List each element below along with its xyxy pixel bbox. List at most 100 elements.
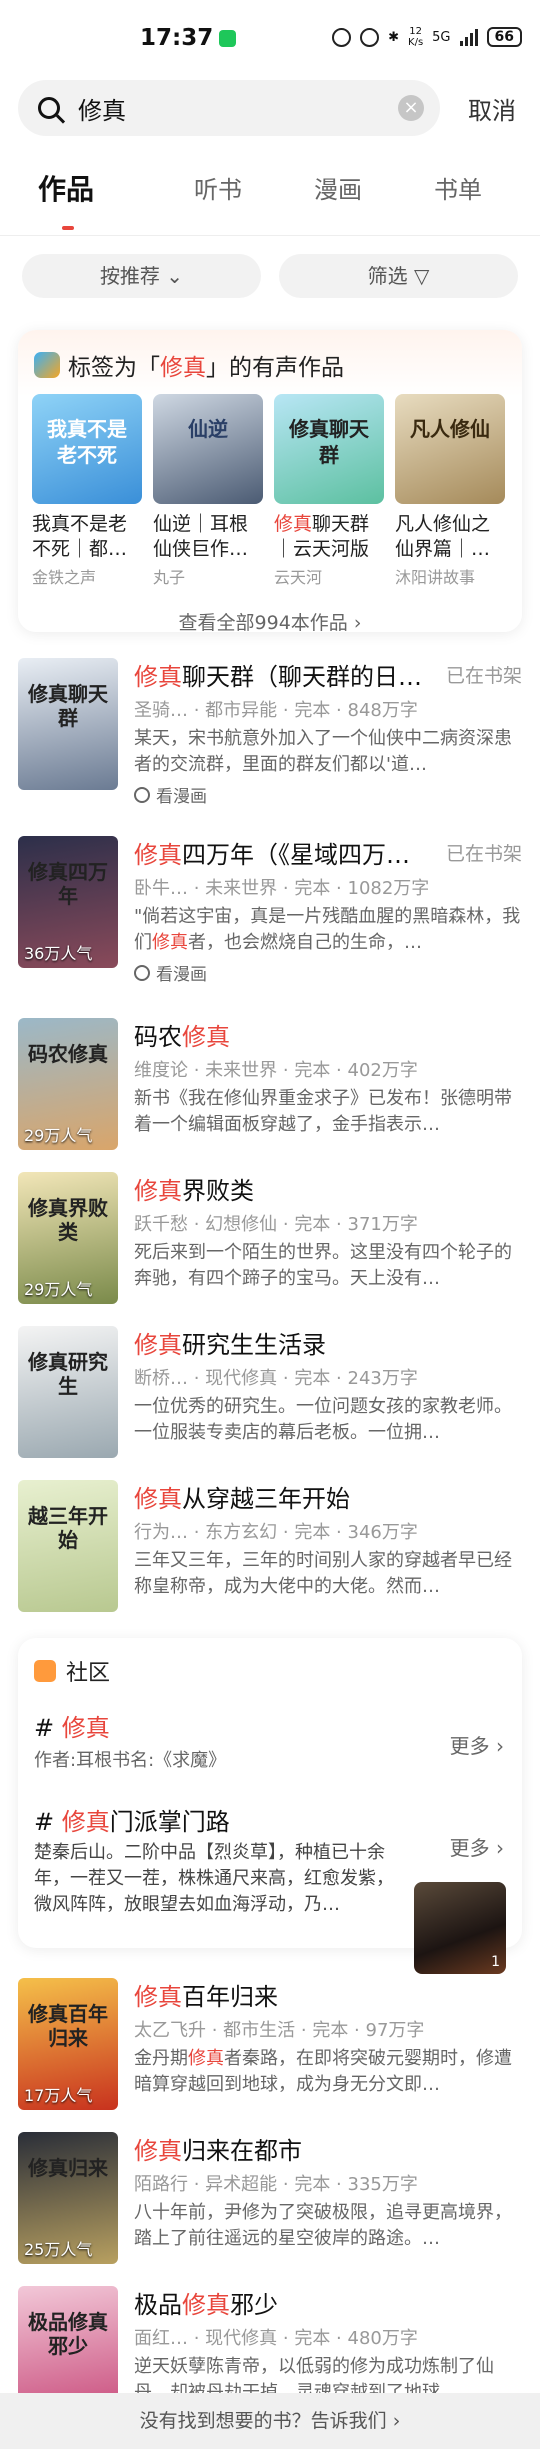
book-item[interactable]: 越三年开始 修真从穿越三年开始 行为… · 东方玄幻 · 完本 · 346万字 三年又… [0, 1480, 540, 1612]
search-icon [38, 97, 60, 119]
book-info: 修真界败类 跃千愁 · 幻想修仙 · 完本 · 371万字 死后来到一个陌生的世界。… [134, 1172, 522, 1304]
popularity-badge: 29万人气 [24, 1126, 93, 1145]
search-row: × 取消 [0, 76, 540, 140]
cancel-button[interactable]: 取消 [468, 91, 516, 126]
title-keyword: 修真 [182, 1022, 230, 1051]
audio-item[interactable]: 凡人修仙 凡人修仙之仙界篇｜… 沐阳讲故事 [395, 394, 505, 588]
audio-narrator: 沐阳讲故事 [395, 568, 476, 587]
book-meta: 圣骑… · 都市异能 · 完本 · 848万字 [134, 700, 418, 721]
audio-narrator: 金铁之声 [32, 568, 97, 587]
search-input[interactable] [78, 94, 398, 122]
title-keyword: 修真 [182, 2290, 230, 2319]
book-info: 修真归来在都市 陌路行 · 异术超能 · 完本 · 335万字 八十年前，尹修为了突… [134, 2132, 522, 2264]
book-cover-title: 修真研究生 [28, 1350, 108, 1398]
title-rest: 邪少 [230, 2290, 278, 2319]
search-results-page: 17:37 ✱ 12 K/s 5G 66 × 取消 作品 听书 漫画 书单 按推… [0, 0, 540, 2449]
topic-item[interactable]: # 修真门派掌门路 更多 › 楚秦后山。二阶中品【烈炎草】，种植已十余年，一茬又… [18, 1802, 522, 1974]
book-item[interactable]: 码农修真 29万人气 码农修真 维度论 · 未来世界 · 完本 · 402万字 新书《我… [0, 1018, 540, 1150]
book-info: 修真从穿越三年开始 行为… · 东方玄幻 · 完本 · 346万字 三年又三年，三年… [134, 1480, 522, 1612]
book-cover-title: 修真百年归来 [28, 2002, 108, 2050]
book-title-row: 修真四万年（《星域四万… 已在书架 [134, 836, 522, 869]
tab-booklists[interactable]: 书单 [398, 162, 518, 236]
tab-comics[interactable]: 漫画 [278, 162, 398, 236]
battery-icon: 66 [486, 27, 522, 47]
filter-button[interactable]: 筛选 ▽ [279, 254, 518, 298]
book-description: "倘若这宇宙，真是一片残酷血腥的黑暗森林，我们修真者，也会燃烧自己的生命，… [134, 904, 522, 956]
book-cover[interactable]: 修真百年归来 17万人气 [18, 1978, 118, 2110]
book-item[interactable]: 修真归来 25万人气 修真归来在都市 陌路行 · 异术超能 · 完本 · 335万字八… [0, 2132, 540, 2264]
book-cover[interactable]: 修真研究生 [18, 1326, 118, 1458]
search-box[interactable]: × [18, 80, 440, 136]
audio-item[interactable]: 我真不是老不死 我真不是老不死｜都… 金铁之声 [32, 394, 142, 588]
topic-title: # 修真门派掌门路 [34, 1802, 506, 1836]
topic-keyword: 修真 [61, 1714, 110, 1742]
book-item[interactable]: 修真研究生 修真研究生生活录 断桥… · 现代修真 · 完本 · 243万字 一位优秀… [0, 1326, 540, 1458]
view-all-audio-link[interactable]: 查看全部994本作品 › [18, 608, 522, 635]
book-description: 八十年前，尹修为了突破极限，追寻更高境界，踏上了前往遥远的星空彼岸的路途。… [134, 2202, 512, 2249]
audio-cover[interactable]: 我真不是老不死 [32, 394, 142, 504]
book-item[interactable]: 修真百年归来 17万人气 修真百年归来 太乙飞升 · 都市生活 · 完本 · 97万字… [0, 1978, 540, 2110]
audio-title-suffix: 」的有声作品 [206, 355, 344, 381]
book-item[interactable]: 修真界败类 29万人气 修真界败类 跃千愁 · 幻想修仙 · 完本 · 371万字 死后… [0, 1172, 540, 1304]
title-keyword: 修真 [134, 1176, 182, 1205]
audio-item[interactable]: 仙逆 仙逆｜耳根仙侠巨作… 丸子 [153, 394, 263, 588]
audio-title-keyword: 修真 [160, 355, 206, 381]
sort-button[interactable]: 按推荐 ⌄ [22, 254, 261, 298]
topic-title-rest: 门派掌门路 [109, 1808, 230, 1836]
audio-cover[interactable]: 仙逆 [153, 394, 263, 504]
book-title-row: 修真界败类 [134, 1172, 522, 1205]
book-cover-title: 越三年开始 [28, 1504, 108, 1552]
book-description: 一位优秀的研究生。一位问题女孩的家教老师。一位服装专卖店的幕后老板。一位拥… [134, 1396, 512, 1443]
signal-icon [459, 28, 478, 46]
book-cover[interactable]: 修真归来 25万人气 [18, 2132, 118, 2264]
book-description: 某天，宋书航意外加入了一个仙侠中二病资深患者的交流群，里面的群友们都以'道… [134, 728, 512, 775]
book-cover[interactable]: 修真聊天群 [18, 658, 118, 790]
book-cover[interactable]: 修真界败类 29万人气 [18, 1172, 118, 1304]
audio-cover-title: 凡人修仙 [410, 417, 490, 441]
view-comic-link[interactable]: 看漫画 [134, 960, 522, 985]
desc-text: 金丹期 [134, 2048, 188, 2069]
desc-text: 者，也会燃烧自己的生命，… [188, 932, 422, 953]
audio-tag-icon [34, 352, 60, 378]
topic-author: 作者:耳根书名:《求魔》 [34, 1750, 227, 1771]
hashtag: # [34, 1808, 55, 1836]
book-list-middle: 码农修真 29万人气 码农修真 维度论 · 未来世界 · 完本 · 402万字 新书《我… [0, 1018, 540, 1612]
book-title-row: 修真归来在都市 [134, 2132, 522, 2165]
book-meta: 卧牛… · 未来世界 · 完本 · 1082万字 [134, 878, 430, 899]
book-list-top: 修真聊天群 修真聊天群（聊天群的日… 已在书架 圣骑… · 都市异能 · 完本 · 8… [0, 658, 540, 985]
title-rest: 从穿越三年开始 [182, 1484, 350, 1513]
book-cover-title: 修真聊天群 [28, 682, 108, 730]
feedback-bar[interactable]: 没有找到想要的书？告诉我们 › [0, 2393, 540, 2449]
book-meta: 行为… · 东方玄幻 · 完本 · 346万字 [134, 1522, 418, 1543]
audio-cover[interactable]: 修真聊天群 [274, 394, 384, 504]
topic-item[interactable]: # 修真 更多 › 作者:耳根书名:《求魔》 [18, 1708, 522, 1772]
desc-keyword: 修真 [188, 2048, 224, 2069]
audio-cover[interactable]: 凡人修仙 [395, 394, 505, 504]
book-title: 修真百年归来 [134, 1977, 522, 2012]
view-comic-link[interactable]: 看漫画 [134, 782, 522, 807]
book-cover[interactable]: 越三年开始 [18, 1480, 118, 1612]
network-type: 5G [432, 29, 451, 45]
book-item[interactable]: 修真四万年 36万人气 修真四万年（《星域四万… 已在书架卧牛… · 未来世界 · 完… [0, 836, 540, 985]
comic-icon [134, 964, 150, 981]
topic-thumbnail[interactable]: 1 [414, 1882, 506, 1974]
book-cover-title: 修真界败类 [28, 1196, 108, 1244]
tab-audio[interactable]: 听书 [158, 162, 278, 236]
book-cover[interactable]: 码农修真 29万人气 [18, 1018, 118, 1150]
book-cover-title: 修真归来 [28, 2156, 108, 2180]
topic-more-link[interactable]: 更多 › [450, 1730, 504, 1759]
clear-icon[interactable]: × [398, 95, 424, 121]
popularity-badge: 25万人气 [24, 2240, 93, 2259]
net-speed: 12 K/s [408, 26, 424, 48]
tab-works[interactable]: 作品 [22, 162, 158, 236]
audio-works-card: 标签为「 修真 」的有声作品 我真不是老不死 我真不是老不死｜都… 金铁之声 仙逆 仙逆｜耳… [18, 330, 522, 635]
title-keyword: 修真 [134, 840, 182, 869]
bluetooth-icon: ✱ [388, 29, 400, 45]
wechat-notification-icon [219, 29, 237, 47]
book-title-row: 修真从穿越三年开始 [134, 1480, 522, 1513]
book-cover[interactable]: 修真四万年 36万人气 [18, 836, 118, 968]
audio-item[interactable]: 修真聊天群 修真聊天群｜云天河版 云天河 [274, 394, 384, 588]
community-title: 社区 [66, 1661, 111, 1686]
topic-more-link[interactable]: 更多 › [450, 1832, 504, 1861]
book-item[interactable]: 修真聊天群 修真聊天群（聊天群的日… 已在书架 圣骑… · 都市异能 · 完本 · 8… [0, 658, 540, 807]
